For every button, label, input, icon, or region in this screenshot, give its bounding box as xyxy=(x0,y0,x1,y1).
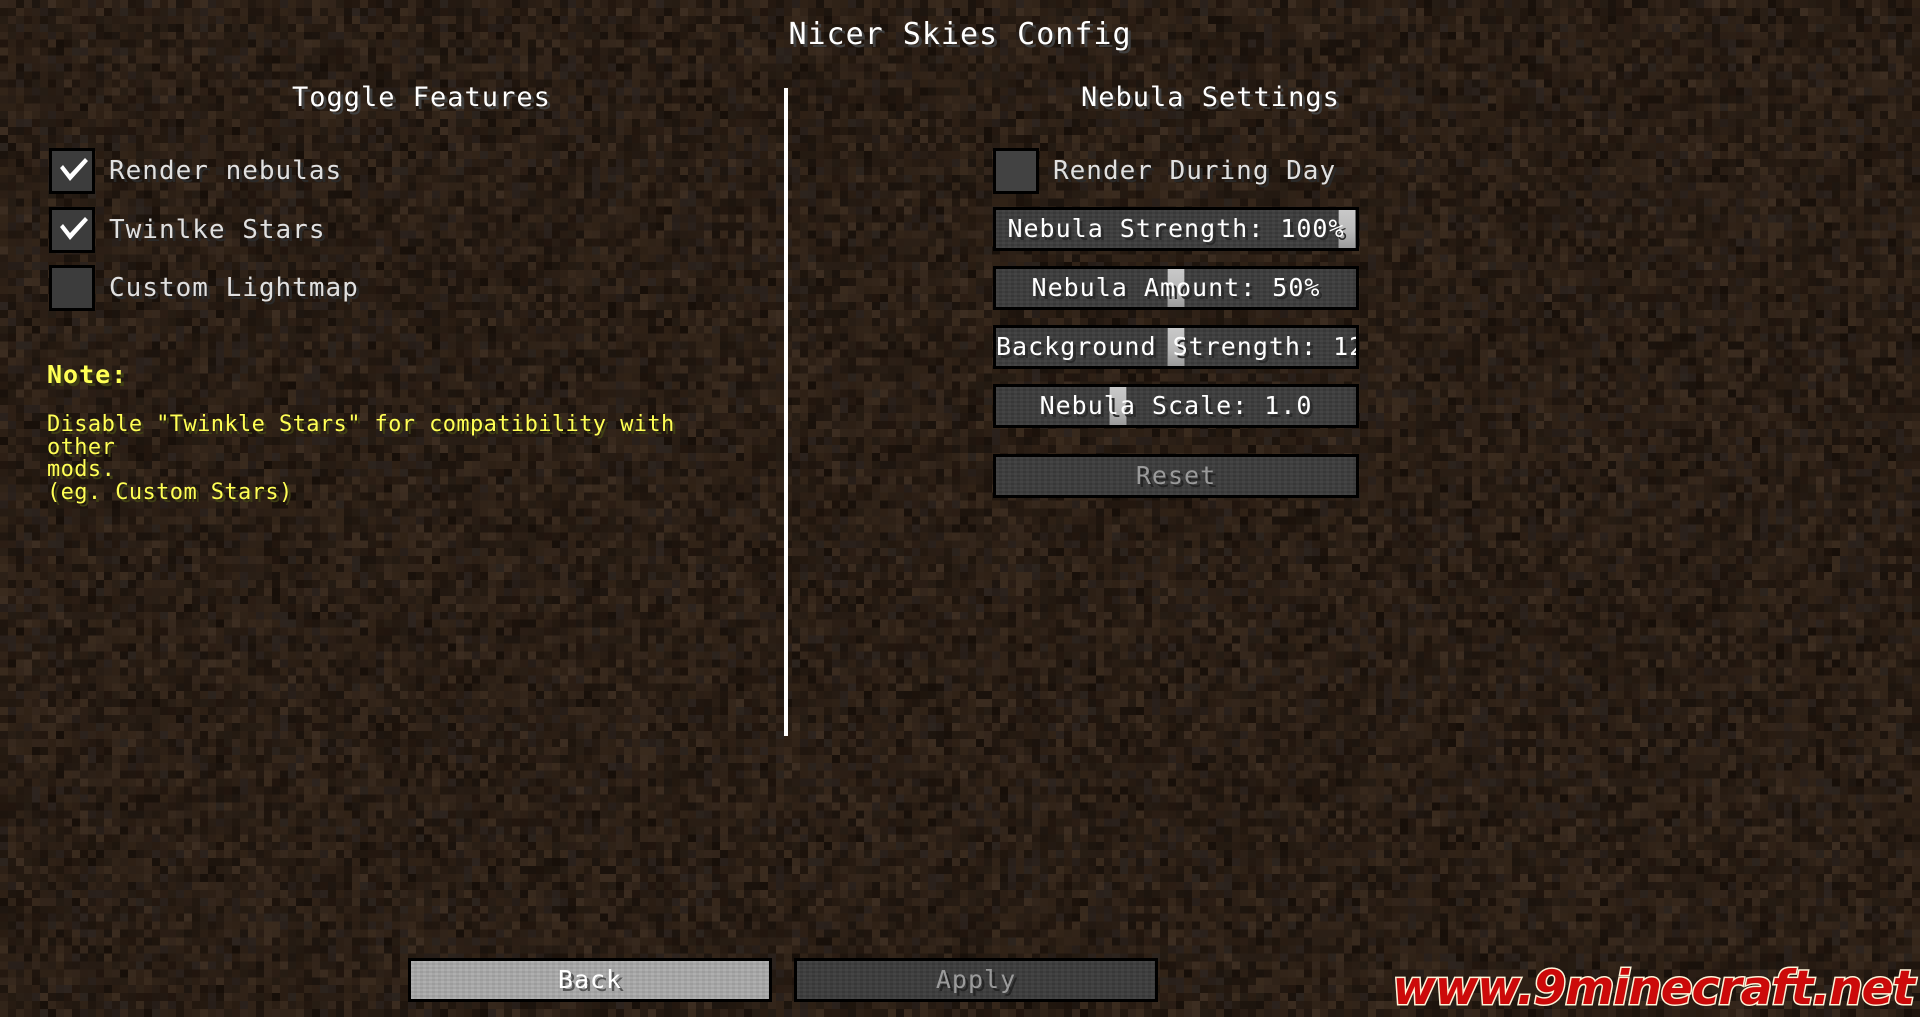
slider-background-strength[interactable]: Background Strength: 128 xyxy=(993,325,1359,369)
slider-handle[interactable] xyxy=(1109,387,1127,425)
slider-nebula-scale[interactable]: Nebula Scale: 1.0 xyxy=(993,384,1359,428)
toggle-features-header: Toggle Features xyxy=(292,82,551,113)
checkbox-row-custom-lightmap[interactable]: Custom Lightmap xyxy=(49,265,359,311)
page-title: Nicer Skies Config xyxy=(788,17,1132,52)
slider-nebula-strength[interactable]: Nebula Strength: 100% xyxy=(993,207,1359,251)
slider-nebula-amount[interactable]: Nebula Amount: 50% xyxy=(993,266,1359,310)
checkbox-render-nebulas[interactable] xyxy=(49,148,95,194)
checkmark-icon xyxy=(60,158,88,181)
checkmark-icon xyxy=(60,217,88,240)
nebula-settings-header: Nebula Settings xyxy=(1081,82,1340,113)
slider-label-nebula-scale: Nebula Scale: 1.0 xyxy=(1039,391,1313,420)
note-title: Note: xyxy=(47,360,128,389)
back-button[interactable]: Back xyxy=(408,958,772,1002)
checkbox-custom-lightmap[interactable] xyxy=(49,265,95,311)
apply-button-label: Apply xyxy=(935,965,1017,994)
apply-button[interactable]: Apply xyxy=(794,958,1158,1002)
slider-handle[interactable] xyxy=(1167,269,1185,307)
note-body: Disable "Twinkle Stars" for compatibilit… xyxy=(47,412,675,505)
slider-handle[interactable] xyxy=(1167,328,1185,366)
back-button-label: Back xyxy=(557,965,623,994)
checkbox-row-twinkle-stars[interactable]: Twinlke Stars xyxy=(49,207,326,253)
checkbox-label-twinkle-stars: Twinlke Stars xyxy=(109,215,326,245)
checkbox-render-during-day[interactable] xyxy=(993,148,1039,194)
checkbox-label-render-nebulas: Render nebulas xyxy=(109,156,343,186)
column-divider xyxy=(784,88,788,736)
config-screen: Nicer Skies Config Toggle Features Nebul… xyxy=(0,0,1920,1017)
site-watermark: www.9minecraft.net xyxy=(1391,961,1917,1016)
checkbox-label-render-during-day: Render During Day xyxy=(1053,156,1337,186)
slider-label-nebula-strength: Nebula Strength: 100% xyxy=(1007,214,1345,243)
slider-track-texture xyxy=(996,210,1356,248)
slider-handle[interactable] xyxy=(1338,210,1356,248)
slider-track-texture xyxy=(996,387,1356,425)
note-block: Note: Disable "Twinkle Stars" for compat… xyxy=(47,362,747,504)
checkbox-label-custom-lightmap: Custom Lightmap xyxy=(109,273,359,303)
checkbox-twinkle-stars[interactable] xyxy=(49,207,95,253)
checkbox-row-render-nebulas[interactable]: Render nebulas xyxy=(49,148,342,194)
checkbox-row-render-during-day[interactable]: Render During Day xyxy=(993,148,1336,194)
reset-button[interactable]: Reset xyxy=(993,454,1359,498)
reset-button-label: Reset xyxy=(1135,461,1217,490)
